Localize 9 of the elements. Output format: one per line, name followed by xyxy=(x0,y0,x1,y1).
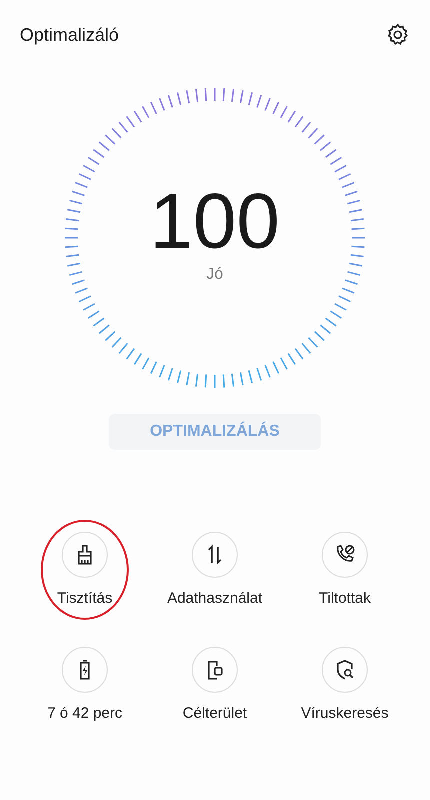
tool-label[interactable]: Célterület xyxy=(182,705,248,722)
tool-label[interactable]: Víruskeresés xyxy=(301,705,389,722)
page-title: Optimalizáló xyxy=(20,24,120,46)
tool-label[interactable]: Tiltottak xyxy=(319,590,371,607)
tool-label[interactable]: 7 ó 42 perc xyxy=(47,705,123,722)
score-value: 100 xyxy=(150,182,280,260)
tool-label[interactable]: Tisztítás xyxy=(57,590,113,607)
score-rating: Jó xyxy=(206,266,224,284)
tool-label[interactable]: Adathasználat xyxy=(167,590,263,607)
